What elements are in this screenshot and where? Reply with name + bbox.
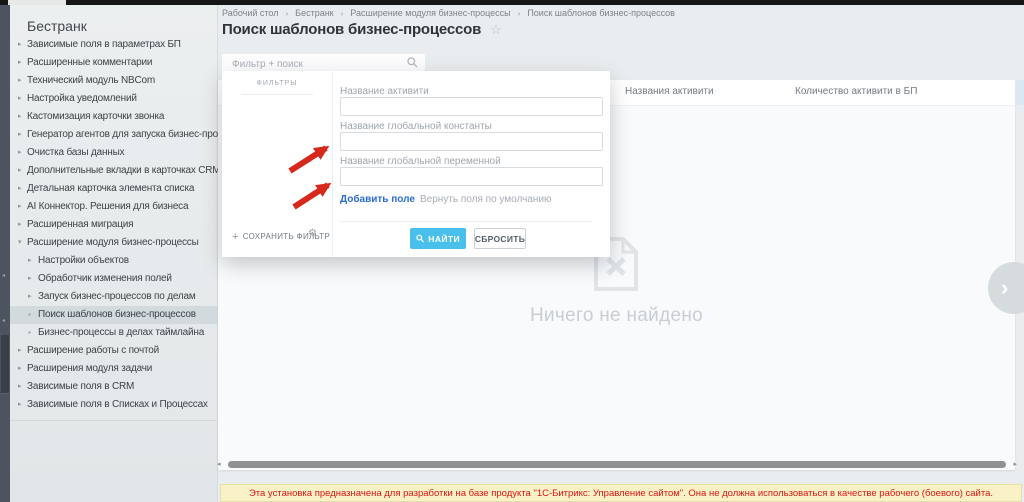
bullet-icon: [28, 306, 31, 324]
activity-name-field[interactable]: [340, 97, 603, 116]
page-title: Поиск шаблонов бизнес-процессов: [222, 21, 481, 38]
chevron-right-icon: [18, 198, 21, 216]
sidebar-item[interactable]: Генератор агентов для запуска бизнес-про…: [10, 126, 218, 144]
breadcrumb-item-current: Поиск шаблонов бизнес-процессов: [527, 8, 675, 18]
chevron-right-icon: [28, 252, 31, 270]
grid-column-header[interactable]: Названия активити: [625, 86, 714, 97]
breadcrumb-item[interactable]: Рабочий стол: [222, 8, 279, 18]
scrollbar-thumb[interactable]: [228, 461, 1006, 468]
sidebar-item[interactable]: Технический модуль NBCom: [10, 72, 218, 90]
sidebar-item[interactable]: Запуск бизнес-процессов по делам: [10, 288, 218, 306]
side-rail: ◂ ◂: [0, 5, 10, 502]
chevron-right-icon: ›: [1001, 275, 1008, 301]
sidebar-item[interactable]: Детальная карточка элемента списка: [10, 180, 218, 198]
sidebar-menu: Зависимые поля в параметрах БП Расширенн…: [10, 36, 218, 414]
scroll-left-icon[interactable]: ◂: [217, 460, 221, 469]
chevron-right-icon: [18, 144, 21, 162]
sidebar-item[interactable]: Обработчик изменения полей: [10, 270, 218, 288]
app-root: ◂ ◂ Бестранк Зависимые поля в параметрах…: [0, 0, 1024, 502]
find-button[interactable]: НАЙТИ: [410, 228, 466, 249]
field-label: Название глобальной константы: [340, 121, 492, 132]
chevron-right-icon: [28, 288, 31, 306]
sidebar-item[interactable]: Зависимые поля в CRM: [10, 378, 218, 396]
h-scrollbar: ◂ ▸: [220, 460, 1014, 469]
rail-marker-icon: ◂: [2, 318, 5, 324]
sidebar-item[interactable]: Зависимые поля в Списках и Процессах: [10, 396, 218, 414]
global-variable-name-field[interactable]: [340, 167, 603, 186]
chevron-right-icon: [18, 72, 21, 90]
sidebar: Бестранк Зависимые поля в параметрах БП …: [10, 5, 218, 502]
warning-banner: Эта установка предназначена для разработ…: [220, 484, 1022, 502]
restore-defaults-link[interactable]: Вернуть поля по умолчанию: [420, 194, 552, 205]
sidebar-item[interactable]: Дополнительные вкладки в карточках CRM: [10, 162, 218, 180]
global-constant-name-field[interactable]: [340, 132, 603, 151]
breadcrumb-separator-icon: ›: [286, 9, 289, 18]
sidebar-item[interactable]: Настройка уведомлений: [10, 90, 218, 108]
sidebar-item[interactable]: Кастомизация карточки звонка: [10, 108, 218, 126]
grid-header-edge: [1016, 80, 1024, 105]
filters-panel-title: ФИЛЬТРЫ: [222, 80, 332, 87]
breadcrumb-separator-icon: ›: [518, 9, 521, 18]
bullet-icon: [28, 324, 31, 342]
search-icon: [416, 234, 424, 243]
sidebar-title: Бестранк: [27, 18, 87, 34]
chevron-right-icon: [28, 270, 31, 288]
sidebar-item[interactable]: Бизнес-процессы в делах таймлайна: [10, 324, 218, 342]
chevron-right-icon: [18, 36, 21, 54]
chevron-right-icon: [18, 54, 21, 72]
chevron-right-icon: [18, 162, 21, 180]
favorite-star-icon[interactable]: ☆: [490, 22, 502, 38]
chevron-right-icon: [18, 216, 21, 234]
sidebar-item[interactable]: Зависимые поля в параметрах БП: [10, 36, 218, 54]
chevron-right-icon: [18, 342, 21, 360]
chevron-right-icon: [18, 126, 21, 144]
chevron-right-icon: [18, 360, 21, 378]
sidebar-item[interactable]: Расширения модуля задачи: [10, 360, 218, 378]
chevron-right-icon: [18, 180, 21, 198]
chevron-right-icon: [18, 396, 21, 414]
filter-search-bar: [222, 54, 425, 72]
sidebar-item[interactable]: Расширение работы с почтой: [10, 342, 218, 360]
breadcrumb: Рабочий стол › Бестранк › Расширение мод…: [222, 8, 675, 18]
search-icon: [407, 57, 418, 68]
chevron-right-icon: [18, 378, 21, 396]
rail-panel-stub: [1, 335, 9, 394]
reset-button[interactable]: СБРОСИТЬ: [474, 228, 526, 249]
scroll-right-icon[interactable]: ▸: [1013, 460, 1017, 469]
rail-marker-icon: ◂: [2, 273, 5, 279]
chevron-down-icon: [18, 234, 21, 252]
breadcrumb-item[interactable]: Бестранк: [295, 8, 333, 18]
filter-popup: ФИЛЬТРЫ +СОХРАНИТЬ ФИЛЬТР ⚙ Название акт…: [222, 71, 610, 257]
gear-icon[interactable]: ⚙: [308, 228, 317, 239]
sidebar-item[interactable]: Расширенные комментарии: [10, 54, 218, 72]
sidebar-item[interactable]: Очистка базы данных: [10, 144, 218, 162]
filter-popup-sidebar: ФИЛЬТРЫ +СОХРАНИТЬ ФИЛЬТР ⚙: [222, 71, 333, 257]
popup-divider: [340, 221, 593, 222]
sidebar-item-expanded[interactable]: Расширение модуля бизнес-процессы: [10, 234, 218, 252]
field-label: Название глобальной переменной: [340, 156, 501, 167]
add-field-link[interactable]: Добавить поле: [340, 194, 415, 205]
field-label: Название активити: [340, 86, 429, 97]
chevron-right-icon: [18, 90, 21, 108]
sidebar-item[interactable]: AI Коннектор. Решения для бизнеса: [10, 198, 218, 216]
plus-icon: +: [232, 231, 239, 243]
empty-state-message: Ничего не найдено: [218, 305, 1015, 327]
warning-text: Эта установка предназначена для разработ…: [249, 488, 993, 499]
breadcrumb-item[interactable]: Расширение модуля бизнес-процессы: [350, 8, 510, 18]
sidebar-item-current[interactable]: Поиск шаблонов бизнес-процессов: [10, 306, 218, 324]
chevron-right-icon: [18, 108, 21, 126]
sidebar-divider: [10, 420, 217, 421]
filters-panel-rule: [241, 94, 313, 95]
grid-column-header[interactable]: Количество активити в БП: [795, 86, 917, 97]
sidebar-item[interactable]: Расширенная миграция: [10, 216, 218, 234]
breadcrumb-separator-icon: ›: [341, 9, 344, 18]
sidebar-item[interactable]: Настройки объектов: [10, 252, 218, 270]
